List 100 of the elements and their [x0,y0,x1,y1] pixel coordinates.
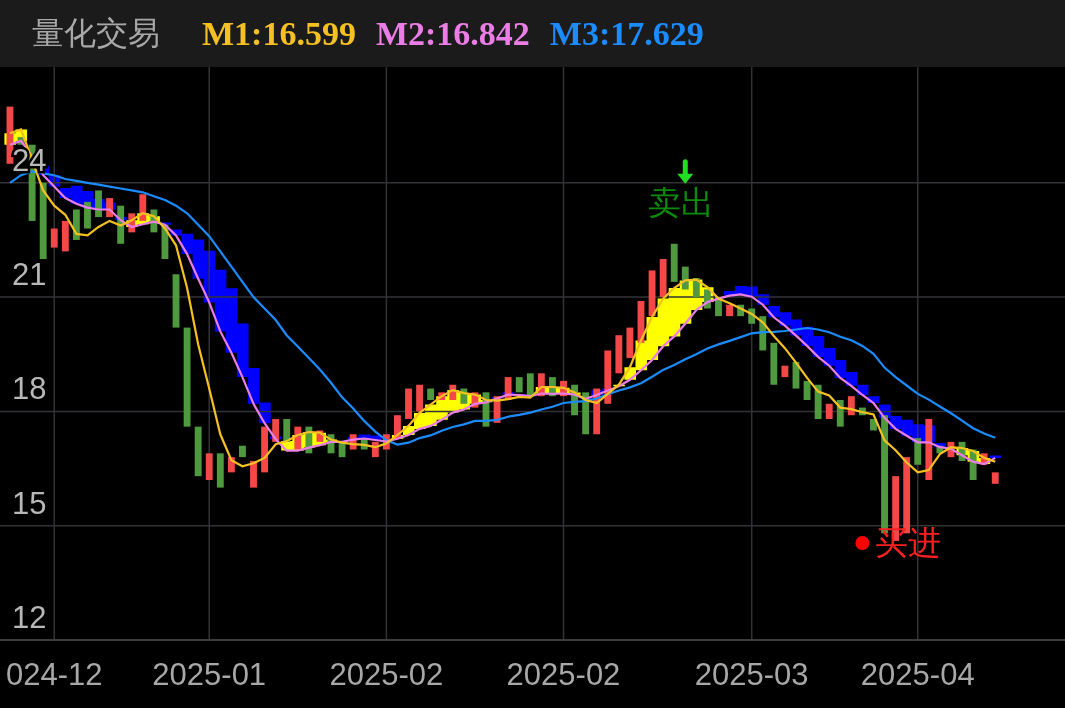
candle [172,274,180,328]
candle [626,327,634,359]
candle [305,426,313,454]
candle [449,384,457,400]
candle [427,388,435,400]
candle [128,213,136,233]
x-axis-label: 2025-01 [152,657,267,692]
candle [615,335,623,374]
candle [593,388,601,435]
candle [72,209,80,240]
indicator-value: M2:16.842 [375,14,530,53]
y-axis-label: 18 [12,371,47,407]
candle [803,380,811,400]
candle [327,434,335,454]
candle [537,373,545,397]
candle [549,377,556,397]
candle [261,426,268,473]
candle [106,198,114,218]
candle [95,190,102,218]
candle [150,209,158,233]
dot-icon [855,535,870,550]
candle [958,441,966,461]
x-axis-label: 2025-04 [860,657,975,692]
candle [914,438,922,465]
candle [770,342,778,385]
candle [781,365,789,378]
candle [504,377,512,400]
candle [50,228,58,248]
candle [216,453,224,488]
candle [515,377,523,393]
x-axis-label: 024-12 [6,657,103,692]
sell-signal-label: 卖出 [648,182,715,222]
candle [250,460,257,488]
candle [969,449,977,480]
candle [847,396,855,416]
candle [394,415,401,439]
candle [692,278,700,298]
indicator-value: M3:17.629 [549,14,704,53]
candle [582,392,590,435]
candle [526,373,534,397]
candle [360,438,368,450]
candle [980,453,988,465]
candle [814,384,822,420]
candle [637,300,645,343]
candle [715,297,722,317]
candle [338,441,346,458]
candle [205,453,213,480]
candle [792,361,800,389]
candle [648,270,656,317]
candle [371,441,379,458]
candle [316,430,324,442]
candle [17,137,25,145]
candle [670,243,678,282]
candle [604,350,612,404]
candle [482,392,490,427]
candle [836,400,844,427]
candle [139,194,147,221]
candle [659,259,667,298]
candle [870,419,877,431]
candle [294,426,302,450]
candle [493,396,501,423]
candle [194,426,202,477]
indicator-value: M1:16.599 [202,14,356,53]
candle [681,266,689,290]
candle [925,419,933,480]
candle [84,201,91,229]
y-axis-label: 12 [12,600,47,635]
candle [416,384,423,412]
candle [825,403,833,420]
candle [161,224,169,259]
candle [460,388,468,404]
x-axis-label: 2025-02 [329,657,444,692]
candle [759,316,767,351]
candle [859,407,866,416]
candle [748,308,756,324]
candle [947,441,955,458]
candle [405,388,412,420]
y-axis-label: 15 [12,485,47,521]
candle [936,445,944,454]
candle [991,472,999,484]
candle [560,380,567,397]
candle [227,457,235,473]
down-arrow-icon [677,159,694,184]
candle [704,289,711,309]
candle [61,220,69,252]
candle [6,106,14,164]
buy-signal-label: 买进 [875,522,942,562]
x-axis-label: 2025-02 [506,657,621,692]
candle [382,434,390,450]
candle [283,419,291,442]
candle [471,392,479,408]
candle [726,304,733,317]
y-axis-label: 21 [12,257,47,293]
app-title: 量化交易 [32,12,160,54]
candle [438,392,446,400]
candle [117,205,125,244]
candle [737,304,745,317]
candle [571,384,578,416]
candle [349,434,357,450]
x-axis-label: 2025-03 [694,657,809,692]
